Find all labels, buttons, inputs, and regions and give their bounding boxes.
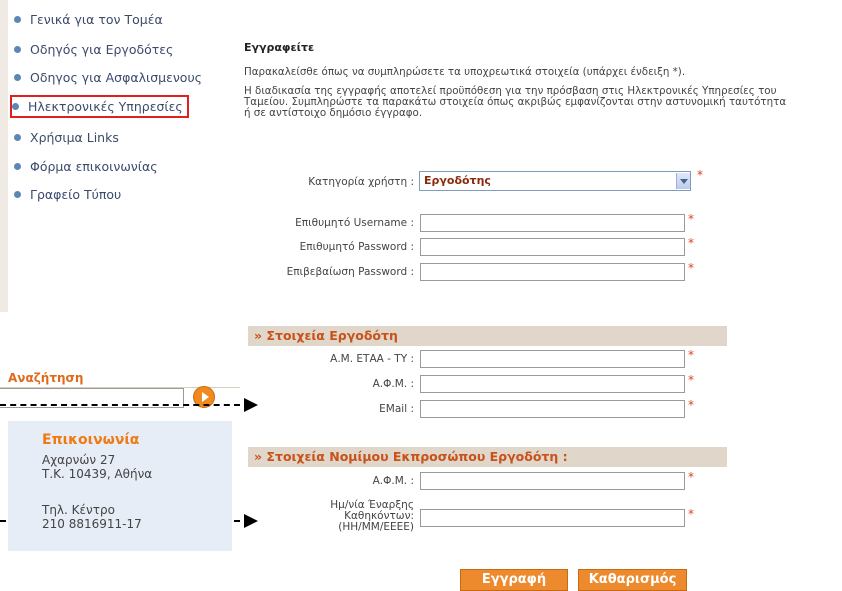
nav-item-e-services[interactable]: Ηλεκτρονικές Υπηρεσίες (10, 95, 189, 118)
afm-field[interactable] (420, 375, 685, 393)
password-label: Επιθυμητό Password : (299, 241, 414, 253)
user-category-value: Εργοδότης (424, 174, 491, 187)
rep-afm-field[interactable] (420, 472, 685, 490)
bullet-icon (14, 163, 21, 170)
contact-title: Επικοινωνία (42, 432, 140, 448)
required-mark: * (697, 168, 703, 182)
nav-item-label: Οδηγος για Ασφαλισμενους (30, 70, 203, 85)
required-mark: * (688, 261, 694, 275)
nav-item-label: Γενικά για τον Τομέα (30, 12, 163, 27)
required-mark: * (688, 398, 694, 412)
search-label: Αναζήτηση (8, 371, 84, 385)
nav-item-label: Γραφείο Τύπου (30, 187, 122, 202)
required-mark: * (688, 373, 694, 387)
chevron-down-icon[interactable] (676, 173, 690, 189)
password-confirm-label: Επιβεβαίωση Password : (286, 266, 414, 278)
arrow-right-icon (244, 514, 258, 528)
bullet-icon (14, 74, 21, 81)
bullet-icon (14, 134, 21, 141)
password-field[interactable] (420, 238, 685, 256)
contact-phone-label: Τηλ. Κέντρο (42, 503, 115, 517)
required-mark: * (688, 507, 694, 521)
contact-address-city: Τ.Κ. 10439, Αθήνα (42, 467, 153, 481)
register-button[interactable]: Εγγραφή (460, 569, 568, 591)
nav-side-strip (0, 0, 8, 312)
am-etaa-field[interactable] (420, 350, 685, 368)
required-mark: * (688, 348, 694, 362)
nav-item-label: Φόρμα επικοινωνίας (30, 159, 158, 174)
rep-start-date-format: (ΗΗ/ΜΜ/ΕΕΕΕ) (338, 521, 414, 533)
username-field[interactable] (420, 214, 685, 232)
email-label: EMail : (379, 403, 414, 415)
required-mark: * (688, 470, 694, 484)
nav-item-useful-links[interactable]: Χρήσιμα Links (14, 130, 119, 145)
employer-section-title: » Στοιχεία Εργοδότη (254, 328, 398, 343)
nav-item-label: Ηλεκτρονικές Υπηρεσίες (28, 99, 183, 114)
intro-text-line: ή σε αντίστοιχο δημόσιο έγγραφο. (244, 107, 423, 119)
contact-phone-number: 210 8816911-17 (42, 517, 142, 531)
nav-item-press-office[interactable]: Γραφείο Τύπου (14, 187, 121, 202)
annotation-arrow-line (0, 404, 240, 406)
arrow-right-icon (244, 398, 258, 412)
required-mark: * (688, 212, 694, 226)
email-field[interactable] (420, 400, 685, 418)
nav-item-general[interactable]: Γενικά για τον Τομέα (14, 12, 163, 27)
clear-button[interactable]: Καθαρισμός (578, 569, 687, 591)
required-mark: * (688, 236, 694, 250)
rep-afm-label: Α.Φ.Μ. : (372, 475, 414, 487)
bullet-icon (14, 46, 21, 53)
rep-start-date-field[interactable] (420, 509, 685, 527)
nav-item-contact-form[interactable]: Φόρμα επικοινωνίας (14, 159, 158, 174)
afm-label: Α.Φ.Μ. : (372, 378, 414, 390)
nav-item-employers-guide[interactable]: Οδηγός για Εργοδότες (14, 42, 173, 57)
bullet-icon (14, 191, 21, 198)
rep-start-date-label: Ημ/νία Έναρξης Καθηκόντων: (ΗΗ/ΜΜ/ΕΕΕΕ) (330, 500, 414, 533)
bullet-icon (14, 16, 21, 23)
username-label: Επιθυμητό Username : (295, 217, 414, 229)
page-title: Εγγραφείτε (244, 41, 315, 54)
contact-address-street: Αχαρνών 27 (42, 453, 116, 467)
password-confirm-field[interactable] (420, 263, 685, 281)
user-category-label: Κατηγορία χρήστη : (308, 176, 414, 188)
nav-item-label: Οδηγός για Εργοδότες (30, 42, 174, 57)
nav-item-insured-guide[interactable]: Οδηγος για Ασφαλισμενους (14, 70, 202, 85)
bullet-icon (12, 103, 19, 110)
nav-item-label: Χρήσιμα Links (30, 130, 119, 145)
representative-section-title: » Στοιχεία Νομίμου Εκπροσώπου Εργοδότη : (254, 449, 568, 464)
intro-required-note: Παρακαλείσθε όπως να συμπληρώσετε τα υπο… (244, 66, 686, 78)
am-etaa-label: Α.Μ. ΕΤΑΑ - ΤΥ : (330, 353, 414, 365)
